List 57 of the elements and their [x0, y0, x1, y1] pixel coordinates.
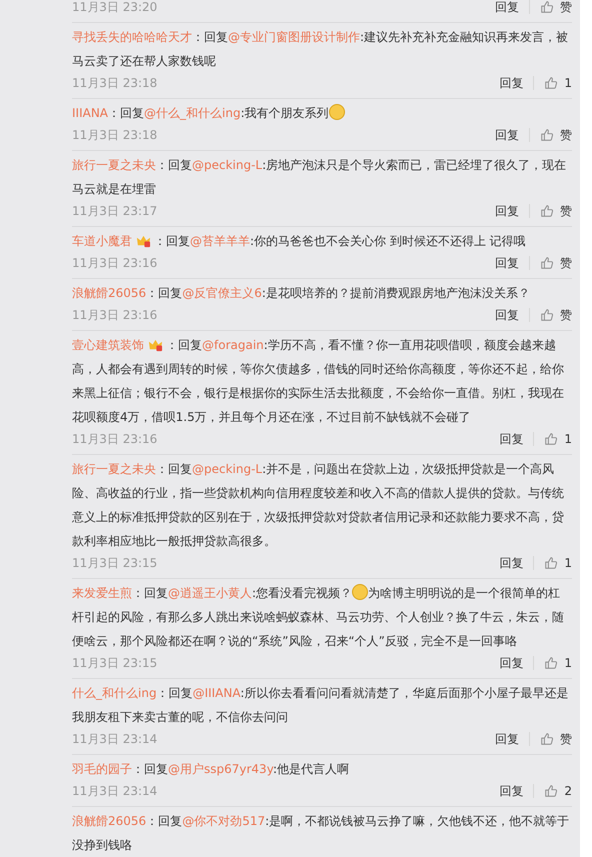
comment-time: 11月3日 23:18	[72, 126, 158, 144]
like-button[interactable]: 赞	[540, 306, 572, 324]
like-button[interactable]: 赞	[540, 730, 572, 748]
thumbs-up-icon	[540, 128, 554, 142]
comment-text: 车道小魔君 ：回复@苔羊羊羊:你的马爸爸也不会关心你 到时候还不还得上 记得哦	[72, 232, 527, 250]
like-button[interactable]: 1	[544, 76, 572, 90]
comment-text: IIIANA：回复@什么_和什么ing:我有个朋友系列	[72, 101, 572, 125]
comment-time: 11月3日 23:14	[72, 782, 158, 800]
like-button[interactable]: 1	[544, 556, 572, 570]
reply-link[interactable]: 回复	[495, 254, 519, 272]
reply-link[interactable]: 回复	[499, 74, 524, 92]
thumbs-up-icon	[544, 784, 558, 798]
comment-text: 来发爱生煎：回复@逍遥王小黄人:您看没看完视频？ 为啥博主明明说的是一个很简单的杠杆引起的风险，有那么多人跳出来说啥蚂蚁森林、马云功劳、个人创业？换了牛云，朱云，随便啥云，那个风险都还在啊？说的“系统”风险，召来“个人”反驳，完全不是一回事咯	[72, 583, 565, 650]
reply-link[interactable]: 回复	[499, 782, 524, 800]
like-button[interactable]: 赞	[540, 254, 572, 272]
like-button[interactable]: 1	[544, 432, 572, 446]
comment-text: 浪觥餶26056：回复@你不对劲517:是啊，不都说钱被马云挣了嘛，欠他钱不还，他不就等于没挣到钱咯	[72, 813, 570, 854]
comment-time: 11月3日 23:17	[72, 202, 158, 220]
thumbs-up-icon	[544, 656, 558, 670]
comment-text: 壹心建筑装饰 ：回复@foragain:学历不高，看不懂？你一直用花呗借呗，额度会越来越高，人都会有遇到周转的时候，等你欠债越多，借钱的同时还给你高额度，等你还不起，给你来黑上征信；银行不会，银行是根据你的实际生活去批额度，不会给你一直借。别杠，我现在花呗额度4万，借呗1.5万，并且每个月还在涨，不过目前不缺钱就不会碰了	[72, 336, 565, 426]
like-button[interactable]: 赞	[540, 202, 572, 220]
reply-link[interactable]: 回复	[499, 554, 524, 572]
thumbs-up-icon	[544, 76, 558, 90]
thumbs-up-icon	[544, 556, 558, 570]
thumbs-up-icon	[540, 308, 554, 322]
reply-link[interactable]: 回复	[495, 0, 519, 16]
comment-time: 11月3日 23:18	[72, 74, 158, 92]
comment-time: 11月3日 23:16	[72, 254, 158, 272]
comment-text: 羽毛的园子：回复@用户ssp67yr43y:他是代言人啊	[72, 761, 350, 778]
thumbs-up-icon	[540, 0, 554, 14]
like-button[interactable]: 1	[544, 656, 572, 670]
comment-text: 浪觥餶26056：回复@反官僚主义6:是花呗培养的？提前消费观跟房地产泡沫没关系？	[72, 285, 531, 302]
comment-text: 什么_和什么ing：回复@IIIANA:所以你去看看问问看就清楚了，华庭后面那个小屋子最早还是我朋友租下来卖古董的呢，不信你去问问	[72, 685, 570, 726]
like-button[interactable]: 赞	[540, 126, 572, 144]
thumbs-up-icon	[540, 256, 554, 270]
reply-link[interactable]: 回复	[495, 202, 519, 220]
like-button[interactable]: 2	[544, 784, 572, 798]
comment-text: 旅行一夏之未央：回复@pecking-L:并不是，问题出在贷款上边，次级抵押贷款是一个高风险、高收益的行业，指一些贷款机构向信用程度较差和收入不高的借款人提供的贷款。与传统意义上的标准抵押贷款的区别在于，次级抵押贷款对贷款者信用记录和还款能力要求不高，贷款利率相应地比一般抵押贷款高很多。	[72, 461, 565, 550]
reply-link[interactable]: 回复	[495, 126, 519, 144]
comment-time: 11月3日 23:20	[72, 0, 158, 16]
emoji-icon	[352, 584, 368, 600]
comment-time: 11月3日 23:15	[72, 554, 158, 572]
emoji-icon	[328, 104, 345, 120]
comment-text: 旅行一夏之未央：回复@pecking-L:房地产泡沫只是个导火索而已，雷已经埋了很久了，现在马云就是在埋雷	[72, 157, 568, 198]
reply-link[interactable]: 回复	[495, 306, 519, 324]
comment-time: 11月3日 23:15	[72, 654, 158, 672]
comment-time: 11月3日 23:14	[72, 730, 158, 748]
comment-time: 11月3日 23:16	[72, 306, 158, 324]
thumbs-up-icon	[544, 432, 558, 446]
thumbs-up-icon	[540, 732, 554, 746]
comment-text: 寻找丢失的哈哈哈天才：回复@专业门窗图册设计制作:建议先补充补充金融知识再来发言，被马云卖了还在帮人家数钱呢	[72, 29, 570, 70]
thumbs-up-icon	[540, 204, 554, 218]
reply-link[interactable]: 回复	[499, 654, 524, 672]
reply-link[interactable]: 回复	[495, 730, 519, 748]
reply-link[interactable]: 回复	[499, 430, 524, 448]
like-button[interactable]: 赞	[540, 0, 572, 16]
comment-time: 11月3日 23:16	[72, 430, 158, 448]
